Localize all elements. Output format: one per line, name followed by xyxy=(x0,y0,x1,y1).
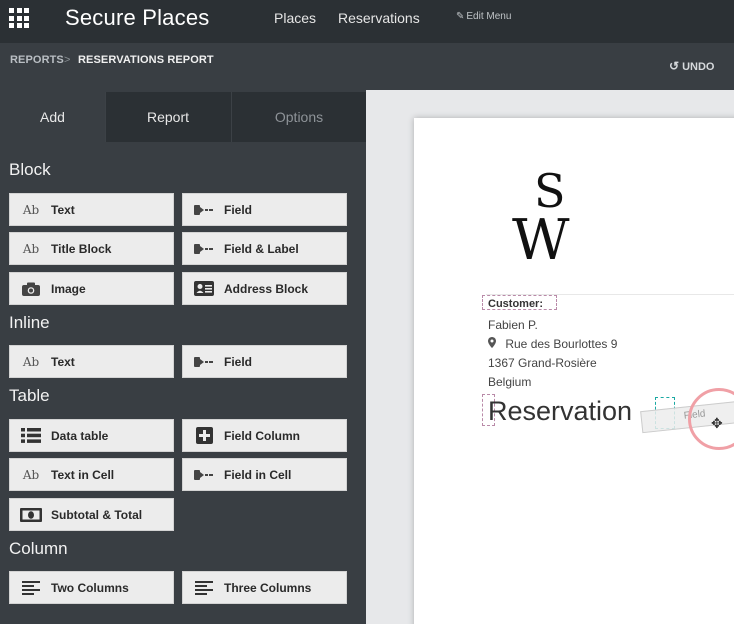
address-card-icon xyxy=(193,280,215,298)
component-label: Field xyxy=(224,202,253,217)
component-label: Data table xyxy=(51,428,109,443)
undo-button[interactable]: ↺ UNDO xyxy=(669,59,714,73)
plus-square-icon xyxy=(193,427,215,445)
tab-add[interactable]: Add xyxy=(0,92,105,142)
top-navbar: Secure Places Places Reservations ✎ Edit … xyxy=(0,0,734,43)
component-subtotal-total[interactable]: Subtotal & Total xyxy=(9,498,174,531)
component-field-column[interactable]: Field Column xyxy=(182,419,347,452)
menu-places[interactable]: Places xyxy=(274,10,316,26)
pencil-icon: ✎ xyxy=(456,11,465,22)
component-field-in-cell[interactable]: Field in Cell xyxy=(182,458,347,491)
tab-report[interactable]: Report xyxy=(105,92,230,142)
customer-country[interactable]: Belgium xyxy=(488,375,531,389)
field-icon xyxy=(193,466,215,484)
component-data-table[interactable]: Data table xyxy=(9,419,174,452)
section-title-block: Block xyxy=(9,160,51,179)
component-label: Image xyxy=(51,281,86,296)
component-two-columns[interactable]: Two Columns xyxy=(9,571,174,604)
component-text-in-cell[interactable]: Ab Text in Cell xyxy=(9,458,174,491)
money-icon xyxy=(20,506,42,524)
component-label: Text xyxy=(51,354,75,369)
camera-icon xyxy=(20,280,42,298)
component-label: Title Block xyxy=(51,241,112,256)
align-left-icon xyxy=(193,579,215,597)
component-label: Text in Cell xyxy=(51,467,115,482)
component-label: Text xyxy=(51,202,75,217)
apps-grid-icon[interactable] xyxy=(9,8,31,28)
component-title-block[interactable]: Ab Title Block xyxy=(9,232,174,265)
section-title-table: Table xyxy=(9,386,50,405)
customer-city[interactable]: 1367 Grand-Rosière xyxy=(488,356,597,370)
app-title: Secure Places xyxy=(65,5,210,30)
align-left-icon xyxy=(20,579,42,597)
field-icon xyxy=(193,201,215,219)
list-icon xyxy=(20,427,42,445)
text-ab-icon: Ab xyxy=(22,354,40,369)
section-title-column: Column xyxy=(9,539,68,558)
field-icon xyxy=(193,353,215,371)
breadcrumb-separator: > xyxy=(64,54,71,66)
component-three-columns[interactable]: Three Columns xyxy=(182,571,347,604)
sidebar: Add Report Options Block Ab Text Field A… xyxy=(0,90,366,624)
component-label: Field xyxy=(224,354,253,369)
street-text: Rue des Bourlottes 9 xyxy=(505,337,618,351)
map-marker-icon xyxy=(488,337,499,351)
logo-letter-w: W xyxy=(512,208,570,267)
component-field-block[interactable]: Field xyxy=(182,193,347,226)
sidebar-tabs: Add Report Options xyxy=(0,92,366,142)
component-label: Field Column xyxy=(224,428,300,443)
menu-reservations[interactable]: Reservations xyxy=(338,10,420,26)
customer-label[interactable]: Customer: xyxy=(488,298,543,310)
field-icon xyxy=(193,240,215,258)
company-logo: S W xyxy=(512,164,570,267)
section-title-inline: Inline xyxy=(9,313,50,332)
component-label: Field in Cell xyxy=(224,467,292,482)
breadcrumb-current: RESERVATIONS REPORT xyxy=(78,54,214,66)
undo-label: UNDO xyxy=(682,61,715,73)
breadcrumb-reports[interactable]: REPORTS xyxy=(10,54,64,66)
breadcrumb: REPORTS > RESERVATIONS REPORT ↺ UNDO xyxy=(0,43,734,90)
report-canvas: S W Customer: Fabien P. Rue des Bourlott… xyxy=(366,90,734,624)
report-page: S W Customer: Fabien P. Rue des Bourlott… xyxy=(414,118,734,624)
component-label: Two Columns xyxy=(51,580,129,595)
component-label: Address Block xyxy=(224,281,309,296)
component-text-inline[interactable]: Ab Text xyxy=(9,345,174,378)
tab-options[interactable]: Options xyxy=(231,92,366,142)
report-title[interactable]: Reservation xyxy=(488,396,632,427)
customer-street[interactable]: Rue des Bourlottes 9 xyxy=(488,337,617,351)
component-label: Subtotal & Total xyxy=(51,507,143,522)
undo-icon: ↺ xyxy=(669,59,680,73)
customer-name[interactable]: Fabien P. xyxy=(488,318,538,332)
component-address-block[interactable]: Address Block xyxy=(182,272,347,305)
move-cursor-icon: ✥ xyxy=(711,415,723,431)
component-field-label[interactable]: Field & Label xyxy=(182,232,347,265)
component-text-block[interactable]: Ab Text xyxy=(9,193,174,226)
edit-menu-button[interactable]: ✎ Edit Menu xyxy=(456,11,511,22)
edit-menu-label: Edit Menu xyxy=(466,11,512,22)
text-ab-icon: Ab xyxy=(22,467,40,482)
text-ab-icon: Ab xyxy=(22,241,40,256)
component-field-inline[interactable]: Field xyxy=(182,345,347,378)
component-label: Field & Label xyxy=(224,241,299,256)
component-label: Three Columns xyxy=(224,580,312,595)
component-image[interactable]: Image xyxy=(9,272,174,305)
text-ab-icon: Ab xyxy=(22,202,40,217)
